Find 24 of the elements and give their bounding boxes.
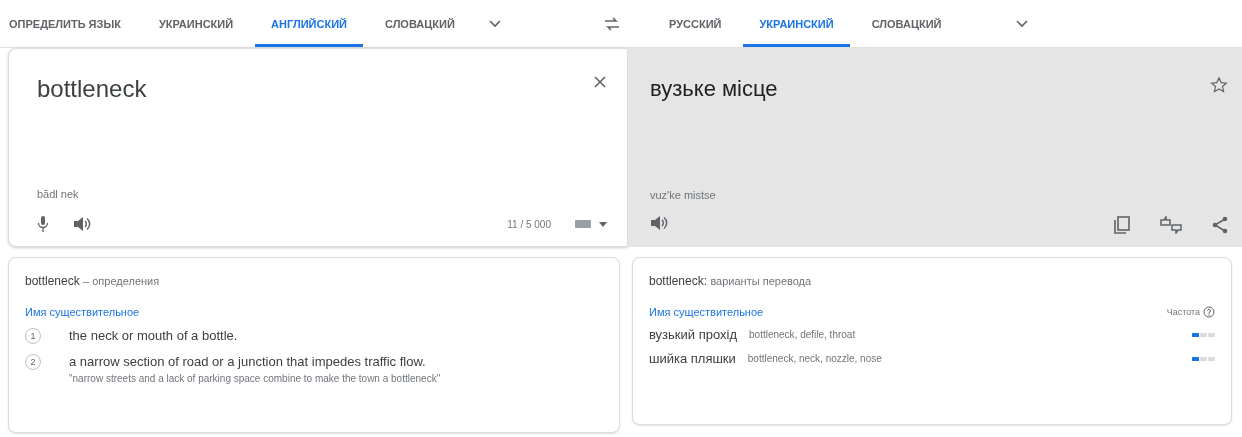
card-title: варианты перевода — [710, 275, 812, 287]
part-of-speech: Имя существительное — [649, 306, 764, 318]
translation-text: вузьке місце — [650, 76, 778, 102]
translation-option[interactable]: шийка пляшки — [649, 351, 736, 366]
character-count: 11 / 5 000 — [507, 218, 551, 230]
transliteration: bădl nek — [37, 188, 80, 200]
language-tab[interactable]: СЛОВАЦКИЙ — [368, 0, 471, 47]
frequency-label: Частота — [1166, 307, 1200, 317]
transliteration: vuz'ke mistse — [650, 189, 717, 201]
translation-word: bottleneck: — [649, 274, 708, 288]
part-of-speech: Имя существительное — [25, 306, 141, 318]
language-tab[interactable]: УКРАИНСКИЙ — [142, 0, 250, 47]
translation-option[interactable]: вузький прохід — [649, 327, 737, 342]
language-tab[interactable]: ОПРЕДЕЛИТЬ ЯЗЫК — [0, 0, 137, 47]
definition-text: a narrow section of road or a junction that impedes traffic flow. — [69, 354, 427, 369]
language-tab[interactable]: СЛОВАЦКИЙ — [855, 0, 958, 47]
card-title: – определения — [83, 275, 160, 287]
definition-text: the neck or mouth of a bottle. — [69, 328, 238, 343]
back-translations: bottleneck, defile, throat — [749, 329, 856, 340]
source-text[interactable]: bottleneck — [37, 75, 147, 103]
language-tab[interactable]: РУССКИЙ — [653, 0, 738, 47]
example-text: "narrow streets and a lack of parking space combine to make the town a bottleneck" — [69, 373, 442, 384]
back-translations: bottleneck, neck, nozzle, nose — [747, 353, 882, 364]
definition-word: bottleneck — [25, 274, 80, 288]
